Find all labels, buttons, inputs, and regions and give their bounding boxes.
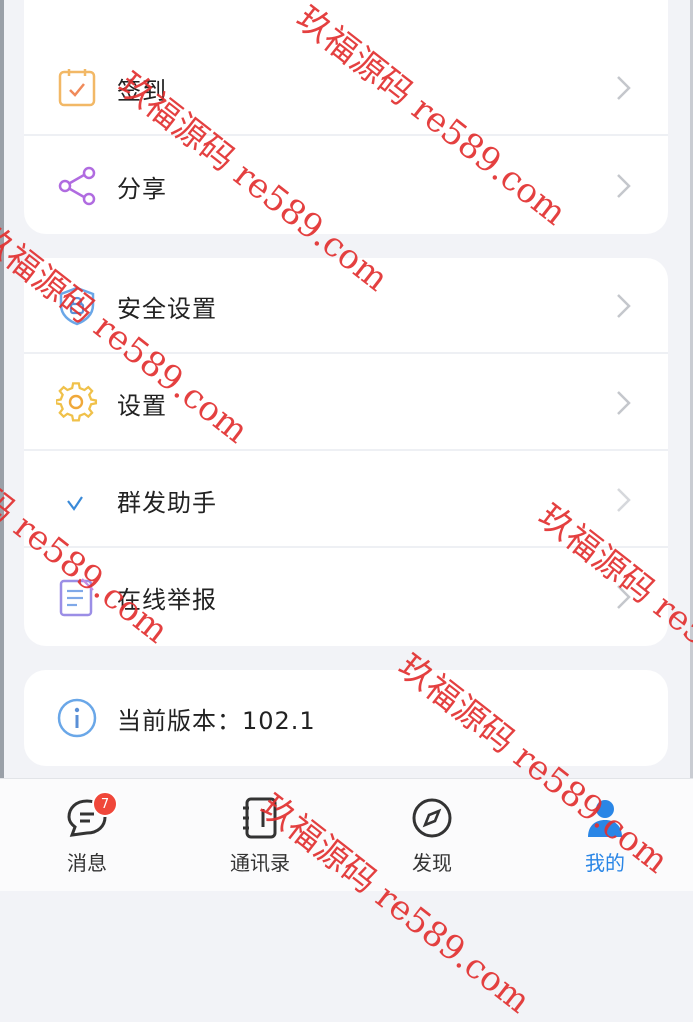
divider bbox=[24, 449, 668, 451]
info-icon bbox=[54, 695, 100, 741]
gear-icon bbox=[54, 380, 100, 426]
version-row: 当前版本：102.1 bbox=[24, 670, 668, 766]
chevron-right-icon bbox=[617, 174, 631, 198]
menu-item-share[interactable]: 分享 bbox=[24, 138, 668, 234]
report-icon bbox=[54, 574, 100, 620]
version-card: 当前版本：102.1 bbox=[24, 670, 668, 766]
screen-edge-left bbox=[0, 0, 4, 890]
chevron-right-icon bbox=[617, 585, 631, 609]
menu-item-settings[interactable]: 设置 bbox=[24, 355, 668, 451]
menu-card-top: 签到 分享 bbox=[24, 0, 668, 234]
version-label: 当前版本：102.1 bbox=[117, 706, 316, 735]
tab-label: 发现 bbox=[412, 851, 452, 875]
bottom-tab-bar: 7 消息 通讯录 发现 我的 bbox=[0, 778, 693, 891]
chevron-right-icon bbox=[617, 294, 631, 318]
menu-item-label: 安全设置 bbox=[117, 294, 217, 323]
menu-item-label: 设置 bbox=[117, 391, 167, 420]
divider bbox=[24, 546, 668, 548]
menu-card-settings: 安全设置 设置 群发助手 在线举报 bbox=[24, 258, 668, 646]
tab-label: 通讯录 bbox=[230, 851, 290, 875]
contacts-icon bbox=[237, 795, 283, 841]
chevron-right-icon bbox=[617, 488, 631, 512]
chevron-right-icon bbox=[617, 391, 631, 415]
tab-profile[interactable]: 我的 bbox=[545, 779, 665, 891]
tab-label: 我的 bbox=[585, 851, 625, 875]
unread-badge: 7 bbox=[92, 791, 118, 817]
share-icon bbox=[54, 163, 100, 209]
tab-label: 消息 bbox=[67, 851, 107, 875]
menu-item-label: 在线举报 bbox=[117, 585, 217, 614]
broadcast-icon bbox=[54, 477, 100, 523]
menu-item-label: 群发助手 bbox=[117, 488, 217, 517]
menu-item-report[interactable]: 在线举报 bbox=[24, 549, 668, 645]
menu-item-checkin[interactable]: 签到 bbox=[24, 40, 668, 136]
checkin-icon bbox=[54, 65, 100, 111]
tab-contacts[interactable]: 通讯录 bbox=[200, 779, 320, 891]
tab-messages[interactable]: 7 消息 bbox=[27, 779, 147, 891]
shield-icon bbox=[54, 283, 100, 329]
menu-item-broadcast[interactable]: 群发助手 bbox=[24, 452, 668, 548]
profile-icon bbox=[582, 795, 628, 841]
compass-icon bbox=[409, 795, 455, 841]
divider bbox=[24, 134, 668, 136]
chevron-right-icon bbox=[617, 76, 631, 100]
message-icon: 7 bbox=[64, 791, 118, 841]
tab-discover[interactable]: 发现 bbox=[372, 779, 492, 891]
menu-item-security[interactable]: 安全设置 bbox=[24, 258, 668, 354]
menu-item-label: 分享 bbox=[117, 174, 167, 203]
divider bbox=[24, 352, 668, 354]
menu-item-label: 签到 bbox=[117, 76, 167, 105]
